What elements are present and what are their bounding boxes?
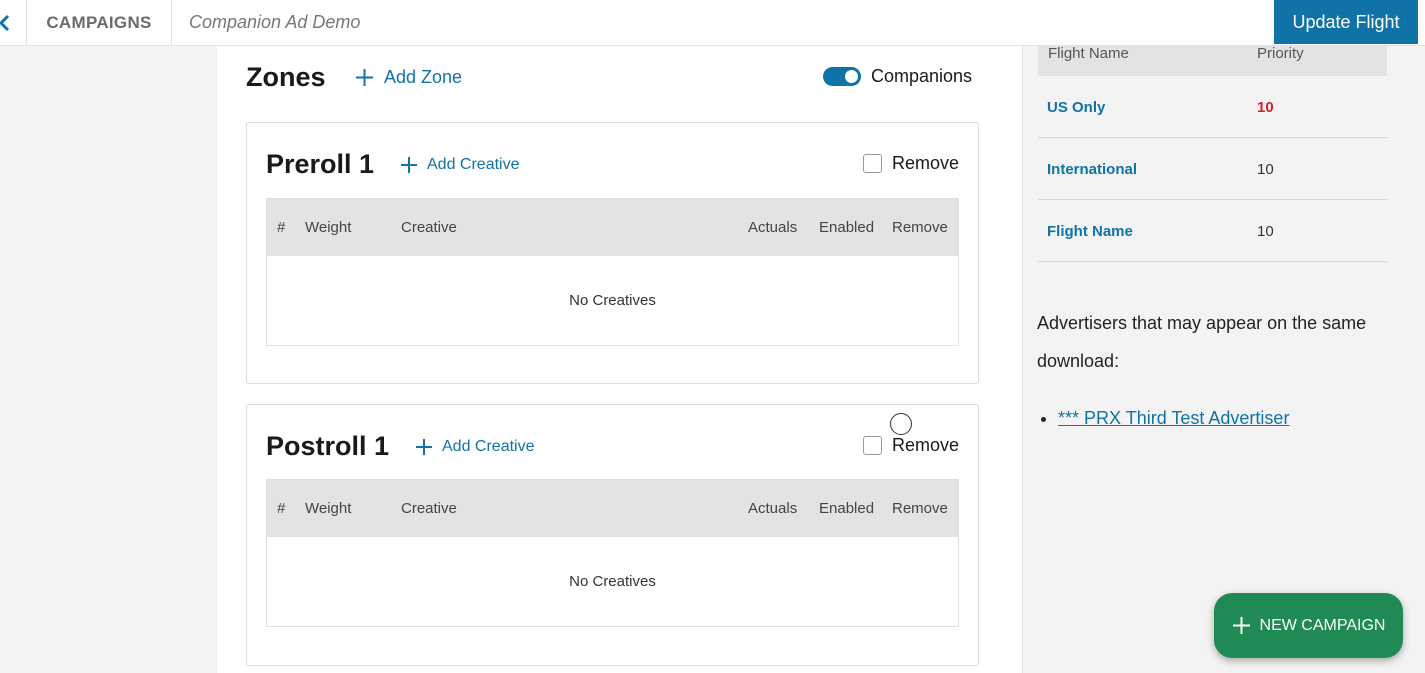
flight-name-link[interactable]: Flight Name xyxy=(1047,223,1133,240)
chevron-left-icon xyxy=(0,14,10,31)
table-header: # Weight Creative Actuals Enabled Remove xyxy=(267,480,958,537)
zone-title: Postroll 1 xyxy=(266,431,390,461)
creatives-table: # Weight Creative Actuals Enabled Remove… xyxy=(266,479,959,627)
breadcrumb-campaign-title[interactable]: Companion Ad Demo xyxy=(189,0,360,45)
flights-sidebar: Flight Name Priority US Only 10 Internat… xyxy=(1023,26,1425,673)
zone-card-postroll: Postroll 1 Add Creative Remove # Weight … xyxy=(246,404,979,666)
col-creative: Creative xyxy=(401,219,457,236)
add-creative-button[interactable]: Add Creative xyxy=(400,156,520,174)
advertisers-list: *** PRX Third Test Advertiser xyxy=(1058,408,1289,429)
zone-card-preroll: Preroll 1 Add Creative Remove # Weight C… xyxy=(246,122,979,384)
top-bar: CAMPAIGNS Companion Ad Demo Update Fligh… xyxy=(0,0,1425,46)
col-remove: Remove xyxy=(892,219,948,236)
table-header: # Weight Creative Actuals Enabled Remove xyxy=(267,199,958,256)
checkbox[interactable] xyxy=(862,154,882,173)
col-creative: Creative xyxy=(401,500,457,517)
companions-label: Companions xyxy=(871,66,973,86)
plus-icon xyxy=(401,157,417,173)
add-zone-button[interactable]: Add Zone xyxy=(355,67,462,88)
empty-state: No Creatives xyxy=(267,256,958,345)
flight-priority: 10 xyxy=(1257,161,1274,178)
add-creative-button[interactable]: Add Creative xyxy=(415,438,535,456)
flight-row[interactable]: Flight Name 10 xyxy=(1038,200,1387,262)
advertisers-description: Advertisers that may appear on the same … xyxy=(1037,313,1367,371)
remove-zone-checkbox[interactable]: Remove xyxy=(862,153,959,174)
col-actuals: Actuals xyxy=(748,500,798,517)
creatives-table: # Weight Creative Actuals Enabled Remove… xyxy=(266,198,959,346)
flight-name-link[interactable]: International xyxy=(1047,161,1137,178)
remove-label: Remove xyxy=(891,435,959,455)
new-campaign-button[interactable]: NEW CAMPAIGN xyxy=(1214,593,1403,658)
add-creative-label: Add Creative xyxy=(427,156,520,173)
zones-heading: Zones xyxy=(246,62,326,92)
zone-title: Preroll 1 xyxy=(266,149,375,179)
remove-label: Remove xyxy=(891,153,959,173)
plus-icon xyxy=(416,439,432,455)
col-number: # xyxy=(277,500,286,517)
add-creative-label: Add Creative xyxy=(442,438,535,455)
toggle-knob xyxy=(845,70,858,83)
toggle-switch[interactable] xyxy=(823,67,861,86)
new-campaign-label: NEW CAMPAIGN xyxy=(1259,616,1386,634)
col-number: # xyxy=(277,219,286,236)
flight-priority: 10 xyxy=(1257,99,1274,116)
checkbox[interactable] xyxy=(862,436,882,455)
plus-icon xyxy=(356,69,373,86)
add-zone-label: Add Zone xyxy=(384,67,463,87)
col-enabled: Enabled xyxy=(819,500,875,517)
advertiser-link[interactable]: *** PRX Third Test Advertiser xyxy=(1058,408,1289,428)
flights-table: Flight Name Priority US Only 10 Internat… xyxy=(1038,26,1387,262)
col-weight: Weight xyxy=(305,219,352,236)
col-actuals: Actuals xyxy=(748,219,798,236)
col-flight-name: Flight Name xyxy=(1048,45,1129,62)
flight-name-link[interactable]: US Only xyxy=(1047,99,1105,116)
mouse-cursor-icon xyxy=(890,413,912,435)
remove-zone-checkbox[interactable]: Remove xyxy=(862,435,959,456)
back-button[interactable] xyxy=(0,0,27,45)
flight-row[interactable]: US Only 10 xyxy=(1038,76,1387,138)
col-weight: Weight xyxy=(305,500,352,517)
companions-toggle[interactable]: Companions xyxy=(823,66,972,87)
col-remove: Remove xyxy=(892,500,948,517)
flight-priority: 10 xyxy=(1257,223,1274,240)
list-item: *** PRX Third Test Advertiser xyxy=(1058,408,1289,429)
breadcrumb-campaigns[interactable]: CAMPAIGNS xyxy=(27,0,172,45)
empty-state: No Creatives xyxy=(267,537,958,626)
plus-icon xyxy=(1232,617,1250,634)
col-enabled: Enabled xyxy=(819,219,875,236)
zones-panel: Zones Add Zone Companions Preroll 1 Add … xyxy=(217,46,1023,673)
update-flight-button[interactable]: Update Flight xyxy=(1274,0,1418,44)
col-priority: Priority xyxy=(1257,45,1304,62)
flight-row[interactable]: International 10 xyxy=(1038,138,1387,200)
